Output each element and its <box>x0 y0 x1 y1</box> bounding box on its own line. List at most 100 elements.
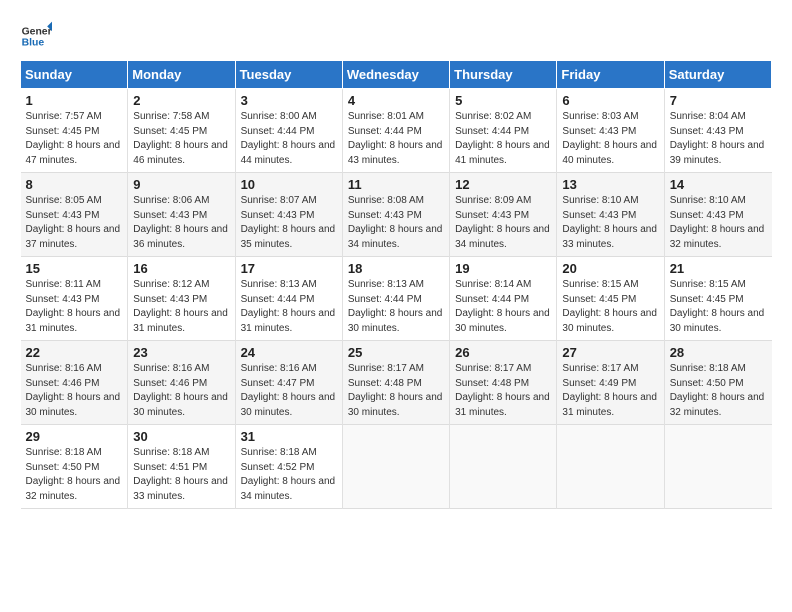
calendar-cell: 24 Sunrise: 8:16 AMSunset: 4:47 PMDaylig… <box>235 341 342 425</box>
col-header-thursday: Thursday <box>450 61 557 89</box>
day-number: 23 <box>133 345 229 360</box>
calendar-table: SundayMondayTuesdayWednesdayThursdayFrid… <box>20 60 772 509</box>
calendar-cell: 28 Sunrise: 8:18 AMSunset: 4:50 PMDaylig… <box>664 341 771 425</box>
col-header-sunday: Sunday <box>21 61 128 89</box>
day-info: Sunrise: 7:57 AMSunset: 4:45 PMDaylight:… <box>26 110 123 168</box>
calendar-cell: 5 Sunrise: 8:02 AMSunset: 4:44 PMDayligh… <box>450 89 557 173</box>
day-number: 26 <box>455 345 551 360</box>
day-number: 11 <box>348 177 444 192</box>
calendar-cell: 2 Sunrise: 7:58 AMSunset: 4:45 PMDayligh… <box>128 89 235 173</box>
col-header-saturday: Saturday <box>664 61 771 89</box>
day-number: 4 <box>348 93 444 108</box>
calendar-cell: 31 Sunrise: 8:18 AMSunset: 4:52 PMDaylig… <box>235 425 342 509</box>
calendar-body: 1 Sunrise: 7:57 AMSunset: 4:45 PMDayligh… <box>21 89 772 509</box>
calendar-week-row: 29 Sunrise: 8:18 AMSunset: 4:50 PMDaylig… <box>21 425 772 509</box>
day-info: Sunrise: 8:12 AMSunset: 4:43 PMDaylight:… <box>133 278 229 336</box>
day-number: 2 <box>133 93 229 108</box>
day-info: Sunrise: 8:16 AMSunset: 4:46 PMDaylight:… <box>26 362 123 420</box>
day-number: 12 <box>455 177 551 192</box>
calendar-cell: 4 Sunrise: 8:01 AMSunset: 4:44 PMDayligh… <box>342 89 449 173</box>
day-info: Sunrise: 8:04 AMSunset: 4:43 PMDaylight:… <box>670 110 767 168</box>
day-number: 25 <box>348 345 444 360</box>
day-number: 15 <box>26 261 123 276</box>
col-header-friday: Friday <box>557 61 664 89</box>
calendar-week-row: 1 Sunrise: 7:57 AMSunset: 4:45 PMDayligh… <box>21 89 772 173</box>
calendar-cell: 17 Sunrise: 8:13 AMSunset: 4:44 PMDaylig… <box>235 257 342 341</box>
calendar-cell: 12 Sunrise: 8:09 AMSunset: 4:43 PMDaylig… <box>450 173 557 257</box>
calendar-cell: 16 Sunrise: 8:12 AMSunset: 4:43 PMDaylig… <box>128 257 235 341</box>
day-info: Sunrise: 8:13 AMSunset: 4:44 PMDaylight:… <box>348 278 444 336</box>
calendar-cell: 11 Sunrise: 8:08 AMSunset: 4:43 PMDaylig… <box>342 173 449 257</box>
calendar-cell: 9 Sunrise: 8:06 AMSunset: 4:43 PMDayligh… <box>128 173 235 257</box>
day-info: Sunrise: 8:16 AMSunset: 4:46 PMDaylight:… <box>133 362 229 420</box>
day-info: Sunrise: 8:18 AMSunset: 4:52 PMDaylight:… <box>241 446 337 504</box>
day-info: Sunrise: 8:05 AMSunset: 4:43 PMDaylight:… <box>26 194 123 252</box>
day-number: 19 <box>455 261 551 276</box>
day-info: Sunrise: 8:10 AMSunset: 4:43 PMDaylight:… <box>670 194 767 252</box>
day-info: Sunrise: 8:15 AMSunset: 4:45 PMDaylight:… <box>670 278 767 336</box>
day-number: 1 <box>26 93 123 108</box>
day-number: 18 <box>348 261 444 276</box>
day-info: Sunrise: 8:09 AMSunset: 4:43 PMDaylight:… <box>455 194 551 252</box>
day-info: Sunrise: 8:13 AMSunset: 4:44 PMDaylight:… <box>241 278 337 336</box>
calendar-cell: 7 Sunrise: 8:04 AMSunset: 4:43 PMDayligh… <box>664 89 771 173</box>
calendar-cell: 21 Sunrise: 8:15 AMSunset: 4:45 PMDaylig… <box>664 257 771 341</box>
calendar-week-row: 22 Sunrise: 8:16 AMSunset: 4:46 PMDaylig… <box>21 341 772 425</box>
calendar-cell: 25 Sunrise: 8:17 AMSunset: 4:48 PMDaylig… <box>342 341 449 425</box>
day-info: Sunrise: 8:18 AMSunset: 4:50 PMDaylight:… <box>670 362 767 420</box>
day-number: 3 <box>241 93 337 108</box>
day-number: 8 <box>26 177 123 192</box>
calendar-cell: 14 Sunrise: 8:10 AMSunset: 4:43 PMDaylig… <box>664 173 771 257</box>
calendar-cell <box>557 425 664 509</box>
logo-icon: General Blue <box>20 20 52 52</box>
calendar-cell: 19 Sunrise: 8:14 AMSunset: 4:44 PMDaylig… <box>450 257 557 341</box>
calendar-cell: 30 Sunrise: 8:18 AMSunset: 4:51 PMDaylig… <box>128 425 235 509</box>
calendar-cell <box>664 425 771 509</box>
calendar-cell: 13 Sunrise: 8:10 AMSunset: 4:43 PMDaylig… <box>557 173 664 257</box>
day-number: 30 <box>133 429 229 444</box>
calendar-cell: 29 Sunrise: 8:18 AMSunset: 4:50 PMDaylig… <box>21 425 128 509</box>
day-info: Sunrise: 8:06 AMSunset: 4:43 PMDaylight:… <box>133 194 229 252</box>
day-number: 6 <box>562 93 658 108</box>
calendar-cell: 15 Sunrise: 8:11 AMSunset: 4:43 PMDaylig… <box>21 257 128 341</box>
day-info: Sunrise: 8:18 AMSunset: 4:51 PMDaylight:… <box>133 446 229 504</box>
day-number: 20 <box>562 261 658 276</box>
calendar-cell: 26 Sunrise: 8:17 AMSunset: 4:48 PMDaylig… <box>450 341 557 425</box>
day-number: 17 <box>241 261 337 276</box>
day-info: Sunrise: 8:14 AMSunset: 4:44 PMDaylight:… <box>455 278 551 336</box>
day-number: 28 <box>670 345 767 360</box>
calendar-cell: 20 Sunrise: 8:15 AMSunset: 4:45 PMDaylig… <box>557 257 664 341</box>
calendar-cell <box>450 425 557 509</box>
day-number: 27 <box>562 345 658 360</box>
day-number: 9 <box>133 177 229 192</box>
calendar-cell: 23 Sunrise: 8:16 AMSunset: 4:46 PMDaylig… <box>128 341 235 425</box>
day-number: 7 <box>670 93 767 108</box>
page-header: General Blue <box>20 20 772 52</box>
calendar-cell: 27 Sunrise: 8:17 AMSunset: 4:49 PMDaylig… <box>557 341 664 425</box>
day-number: 29 <box>26 429 123 444</box>
day-info: Sunrise: 8:02 AMSunset: 4:44 PMDaylight:… <box>455 110 551 168</box>
day-info: Sunrise: 8:08 AMSunset: 4:43 PMDaylight:… <box>348 194 444 252</box>
day-info: Sunrise: 8:18 AMSunset: 4:50 PMDaylight:… <box>26 446 123 504</box>
calendar-week-row: 8 Sunrise: 8:05 AMSunset: 4:43 PMDayligh… <box>21 173 772 257</box>
day-info: Sunrise: 8:17 AMSunset: 4:48 PMDaylight:… <box>348 362 444 420</box>
day-info: Sunrise: 8:10 AMSunset: 4:43 PMDaylight:… <box>562 194 658 252</box>
day-info: Sunrise: 8:00 AMSunset: 4:44 PMDaylight:… <box>241 110 337 168</box>
calendar-cell: 3 Sunrise: 8:00 AMSunset: 4:44 PMDayligh… <box>235 89 342 173</box>
calendar-cell: 10 Sunrise: 8:07 AMSunset: 4:43 PMDaylig… <box>235 173 342 257</box>
day-info: Sunrise: 8:11 AMSunset: 4:43 PMDaylight:… <box>26 278 123 336</box>
calendar-cell: 6 Sunrise: 8:03 AMSunset: 4:43 PMDayligh… <box>557 89 664 173</box>
calendar-cell: 1 Sunrise: 7:57 AMSunset: 4:45 PMDayligh… <box>21 89 128 173</box>
day-info: Sunrise: 7:58 AMSunset: 4:45 PMDaylight:… <box>133 110 229 168</box>
day-number: 22 <box>26 345 123 360</box>
col-header-wednesday: Wednesday <box>342 61 449 89</box>
col-header-tuesday: Tuesday <box>235 61 342 89</box>
calendar-cell: 8 Sunrise: 8:05 AMSunset: 4:43 PMDayligh… <box>21 173 128 257</box>
day-info: Sunrise: 8:15 AMSunset: 4:45 PMDaylight:… <box>562 278 658 336</box>
calendar-week-row: 15 Sunrise: 8:11 AMSunset: 4:43 PMDaylig… <box>21 257 772 341</box>
day-info: Sunrise: 8:03 AMSunset: 4:43 PMDaylight:… <box>562 110 658 168</box>
day-info: Sunrise: 8:17 AMSunset: 4:48 PMDaylight:… <box>455 362 551 420</box>
calendar-cell: 18 Sunrise: 8:13 AMSunset: 4:44 PMDaylig… <box>342 257 449 341</box>
calendar-cell: 22 Sunrise: 8:16 AMSunset: 4:46 PMDaylig… <box>21 341 128 425</box>
day-number: 5 <box>455 93 551 108</box>
